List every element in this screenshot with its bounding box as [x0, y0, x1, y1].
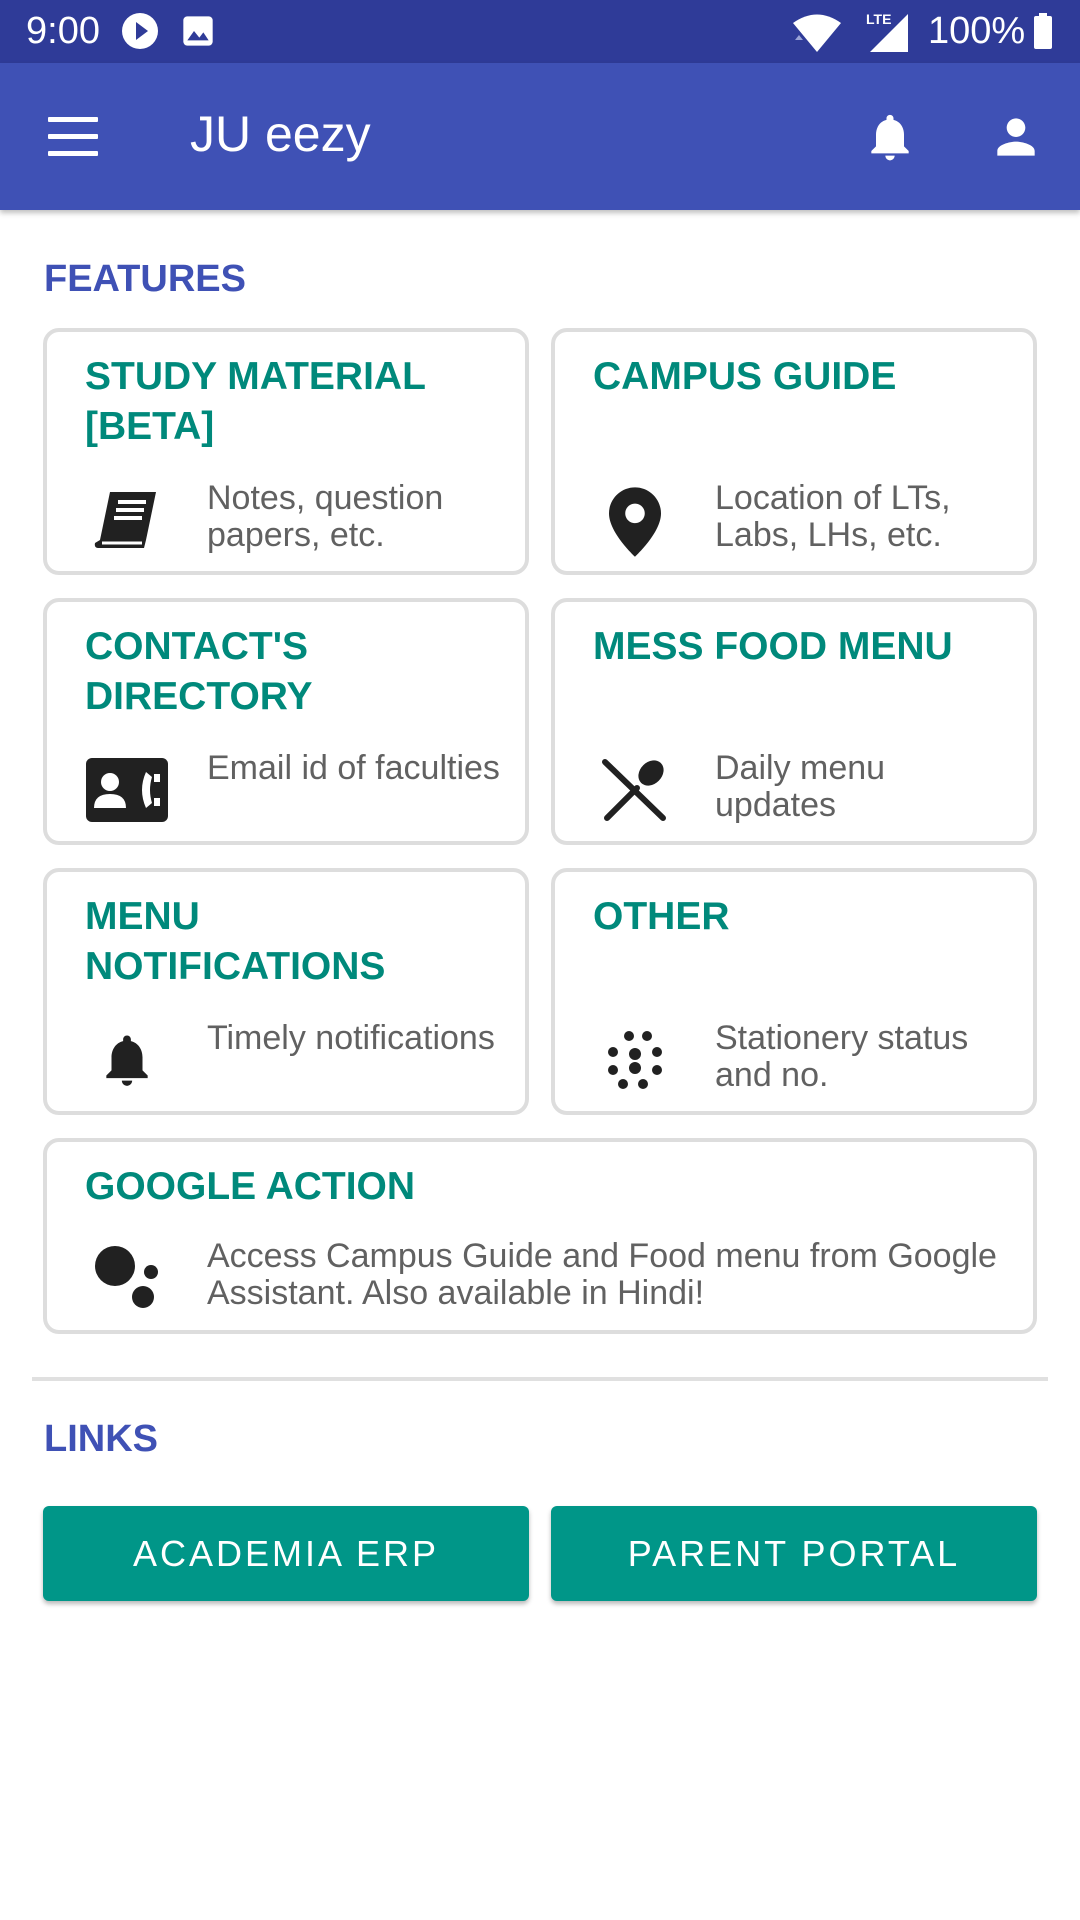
- menu-icon-line: [48, 134, 98, 139]
- divider: [32, 1377, 1048, 1381]
- features-heading: FEATURES: [44, 258, 246, 300]
- card-title: MENU NOTIFICATIONS: [85, 895, 386, 988]
- contact-card-icon: [85, 752, 169, 828]
- card-title: MESS FOOD MENU: [593, 625, 953, 668]
- card-description: Timely notifications: [207, 1019, 495, 1057]
- academia-erp-button[interactable]: ACADEMIA ERP: [43, 1506, 529, 1601]
- wifi-icon: [793, 14, 841, 52]
- parent-portal-button[interactable]: PARENT PORTAL: [551, 1506, 1037, 1601]
- book-icon: [85, 482, 169, 558]
- mess-food-menu-card[interactable]: MESS FOOD MENU Daily menu updates: [551, 598, 1037, 845]
- status-time: 9:00: [26, 10, 100, 52]
- card-title: CONTACT'S DIRECTORY: [85, 625, 313, 718]
- card-title: GOOGLE ACTION: [85, 1165, 416, 1208]
- status-bar: 9:00 LTE 100%: [0, 0, 1080, 63]
- card-description: Access Campus Guide and Food menu from G…: [207, 1237, 997, 1312]
- play-store-icon: [122, 13, 158, 49]
- card-description: Email id of faculties: [207, 749, 500, 787]
- card-description: Stationery status and no.: [715, 1019, 969, 1094]
- app-title: JU eezy: [190, 106, 371, 162]
- gallery-icon: [183, 16, 213, 46]
- campus-guide-card[interactable]: CAMPUS GUIDE Location of LTs, Labs, LHs,…: [551, 328, 1037, 575]
- cutlery-icon: [593, 752, 677, 828]
- menu-icon: [48, 117, 98, 122]
- bell-icon: [871, 114, 909, 161]
- google-action-card[interactable]: GOOGLE ACTION Access Campus Guide and Fo…: [43, 1138, 1037, 1334]
- menu-button[interactable]: [38, 105, 108, 169]
- study-material-card[interactable]: STUDY MATERIAL [BETA] Notes, question pa…: [43, 328, 529, 575]
- contacts-directory-card[interactable]: CONTACT'S DIRECTORY Email id of facultie…: [43, 598, 529, 845]
- bell-icon: [85, 1022, 169, 1098]
- card-description: Daily menu updates: [715, 749, 886, 824]
- card-title: CAMPUS GUIDE: [593, 355, 897, 398]
- card-title: OTHER: [593, 895, 730, 938]
- other-card[interactable]: OTHER Stationery status and no.: [551, 868, 1037, 1115]
- menu-notifications-card[interactable]: MENU NOTIFICATIONS Timely notifications: [43, 868, 529, 1115]
- battery-percent: 100%: [928, 10, 1026, 52]
- links-heading: LINKS: [44, 1418, 158, 1460]
- card-title: STUDY MATERIAL [BETA]: [85, 355, 426, 448]
- battery-icon: [1034, 13, 1052, 49]
- card-description: Location of LTs, Labs, LHs, etc.: [715, 479, 951, 554]
- app-bar: JU eezy: [0, 63, 1080, 210]
- google-assistant-icon: [85, 1238, 169, 1314]
- person-icon: [997, 118, 1035, 156]
- menu-icon-line: [48, 151, 98, 156]
- card-description: Notes, question papers, etc.: [207, 479, 444, 554]
- notifications-button[interactable]: [862, 107, 918, 167]
- location-pin-icon: [593, 484, 677, 560]
- dots-grid-icon: [593, 1022, 677, 1098]
- signal-icon: [870, 14, 908, 52]
- profile-button[interactable]: [988, 107, 1044, 167]
